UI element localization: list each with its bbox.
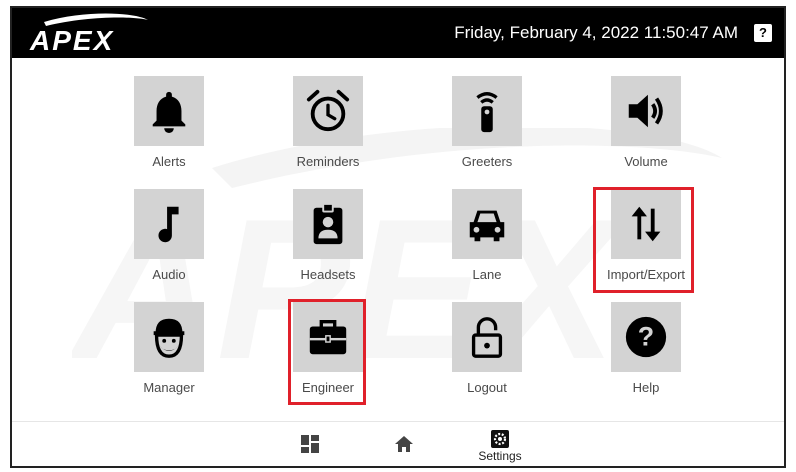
settings-gear-icon	[491, 430, 509, 448]
tile-label: Volume	[624, 154, 668, 169]
tile-label: Manager	[143, 380, 195, 395]
car-icon	[469, 210, 505, 242]
tile-greeters[interactable]: Greeters	[419, 76, 555, 170]
tile-label: Greeters	[461, 154, 513, 169]
tile-reminders[interactable]: Reminders	[260, 76, 396, 170]
bottom-nav: Settings	[12, 421, 784, 466]
help-button[interactable]: ?	[754, 24, 772, 42]
unlock-icon	[471, 317, 503, 358]
tile-import-export[interactable]: Import/Export	[578, 189, 714, 283]
tile-label: Engineer	[301, 380, 355, 395]
help-circle-icon: ?	[625, 316, 667, 358]
home-icon	[395, 436, 413, 452]
top-bar: APEX Friday, February 4, 2022 11:50:47 A…	[12, 8, 784, 58]
nav-settings-label: Settings	[478, 449, 522, 463]
app-window: APEX Friday, February 4, 2022 11:50:47 A…	[10, 6, 786, 468]
tile-audio[interactable]: Audio	[101, 189, 237, 283]
settings-grid: Alerts Reminders Greeters Volume Audio H…	[12, 58, 784, 428]
toolbox-icon	[309, 319, 347, 355]
tile-volume[interactable]: Volume	[578, 76, 714, 170]
logo-text: APEX	[29, 25, 115, 56]
tile-label: Audio	[152, 267, 186, 282]
bell-icon	[152, 91, 186, 134]
badge-icon	[313, 202, 343, 245]
tile-label: Logout	[467, 380, 507, 395]
nav-dashboard[interactable]	[292, 422, 328, 466]
tile-alerts[interactable]: Alerts	[101, 76, 237, 170]
apex-logo: APEX	[24, 12, 152, 56]
tile-label: Headsets	[300, 267, 356, 282]
tile-label: Import/Export	[606, 267, 686, 282]
manager-icon	[153, 318, 185, 358]
dashboard-icon	[301, 435, 319, 453]
speaker-icon	[628, 94, 663, 128]
music-note-icon	[158, 206, 179, 243]
tile-help[interactable]: ? Help	[578, 302, 714, 396]
date-time: Friday, February 4, 2022 11:50:47 AM	[454, 23, 738, 42]
nav-home[interactable]	[386, 422, 422, 466]
import-export-icon	[631, 206, 661, 242]
tile-engineer[interactable]: Engineer	[260, 302, 396, 396]
tile-lane[interactable]: Lane	[419, 189, 555, 283]
svg-text:?: ?	[638, 322, 654, 352]
tile-label: Alerts	[152, 154, 186, 169]
nav-settings[interactable]: Settings	[472, 422, 528, 466]
tile-manager[interactable]: Manager	[101, 302, 237, 396]
tile-label: Reminders	[296, 154, 360, 169]
tile-logout[interactable]: Logout	[419, 302, 555, 396]
tile-label: Lane	[472, 267, 502, 282]
alarm-clock-icon	[306, 89, 350, 132]
remote-icon	[476, 92, 498, 133]
tile-headsets[interactable]: Headsets	[260, 189, 396, 283]
tile-label: Help	[632, 380, 660, 395]
